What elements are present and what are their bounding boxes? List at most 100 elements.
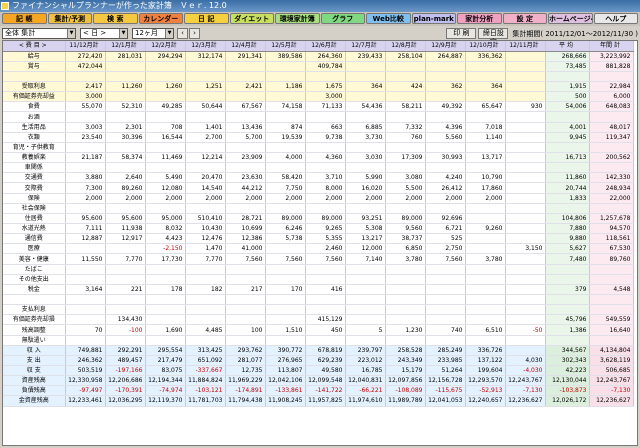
table-cell[interactable]: 5,500 [385,182,426,194]
table-cell[interactable] [345,294,386,306]
table-cell[interactable]: 49,392 [425,101,466,113]
table-cell[interactable] [225,111,266,123]
table-cell[interactable]: 2,000 [265,193,306,204]
table-cell[interactable] [105,264,146,275]
table-row[interactable]: 育児・子供教育 [3,142,634,154]
menu-plan-button[interactable]: plan-mark [411,13,456,24]
table-cell[interactable] [185,264,226,275]
table-cell[interactable]: 525 [425,233,466,245]
table-row[interactable]: 衣類 23,540 30,396 16,544 2,700 5,700 19,539 9,73… [3,132,634,143]
table-cell[interactable]: 276,965 [265,355,306,367]
table-row[interactable]: 受取利息 2,417 11,260 1,260 1,251 2,421 1,186 1,675… [3,81,634,93]
table-cell[interactable]: 9,560 [385,223,426,235]
table-cell[interactable]: 48,017 [589,122,634,133]
table-cell[interactable] [265,91,306,103]
table-cell[interactable]: 12,917 [105,233,146,245]
table-cell[interactable]: 4,030 [505,355,546,367]
table-cell[interactable]: -74,974 [145,385,186,397]
table-cell[interactable]: 11,260 [105,81,146,93]
table-cell[interactable] [65,111,106,123]
table-cell[interactable]: 55,070 [65,101,106,113]
table-cell[interactable] [145,91,186,103]
table-cell[interactable] [465,233,506,245]
table-cell[interactable]: -2,150 [145,243,186,255]
table-cell[interactable] [385,91,426,103]
table-cell[interactable]: 12,240,657 [465,395,506,407]
table-cell[interactable]: 12,080 [145,182,186,194]
cutoff-settings-button[interactable]: 締日設定 [478,28,509,46]
table-cell[interactable] [105,294,146,306]
table-cell[interactable]: 13,217 [345,233,386,245]
table-cell[interactable] [185,61,226,72]
menu-settings-button[interactable]: 設 定 [502,13,547,24]
table-cell[interactable]: 12,330,958 [65,375,106,387]
table-cell[interactable] [145,142,186,154]
table-cell[interactable] [545,162,590,174]
table-row[interactable]: 有価証券売却益 3,000 3,000 500 6,000 [3,91,634,103]
table-row[interactable]: 無駄遣い [3,335,634,346]
table-cell[interactable]: 3,164 [65,284,106,296]
table-cell[interactable]: 264,360 [305,51,346,62]
table-cell[interactable]: -103,873 [545,385,590,397]
table-cell[interactable] [505,213,546,225]
table-cell[interactable] [505,253,546,265]
table-cell[interactable] [105,335,146,346]
table-cell[interactable]: 1,260 [145,81,186,93]
table-cell[interactable] [425,61,466,72]
table-cell[interactable]: -52,913 [465,385,506,397]
table-cell[interactable] [465,274,506,285]
table-cell[interactable]: 258,528 [385,345,426,356]
table-cell[interactable]: 89,000 [385,213,426,225]
table-cell[interactable]: 12,386 [225,233,266,245]
table-cell[interactable]: 12,130,044 [545,375,590,387]
table-cell[interactable] [505,132,546,143]
table-cell[interactable] [65,314,106,326]
table-cell[interactable]: 58,211 [385,101,426,113]
table-cell[interactable]: 113,807 [265,365,306,377]
table-cell[interactable]: 12,119,370 [145,395,186,407]
table-cell[interactable]: 409,784 [305,61,346,72]
table-cell[interactable] [505,203,546,214]
menu-diet-button[interactable]: ダイエット [229,13,274,24]
table-cell[interactable]: 12,040,831 [345,375,386,387]
table-cell[interactable] [425,294,466,306]
table-cell[interactable]: -97,497 [65,385,106,397]
table-cell[interactable]: 199,604 [465,365,506,377]
table-cell[interactable]: 424 [385,81,426,93]
column-header[interactable]: 12/6月計 [305,41,346,52]
table-cell[interactable]: 379 [545,284,590,296]
table-cell[interactable]: 12,206,686 [105,375,146,387]
table-cell[interactable]: -7,130 [589,385,634,397]
table-cell[interactable]: 5,560 [425,132,466,143]
table-cell[interactable]: 8,032 [145,223,186,235]
table-cell[interactable]: 21,187 [65,152,106,164]
table-cell[interactable] [225,264,266,275]
period-unit-select[interactable]: 12ヶ月 ▼ [132,28,174,39]
table-cell[interactable]: 11,794,438 [225,395,266,407]
table-cell[interactable]: 312,174 [185,51,226,62]
table-cell[interactable] [425,264,466,275]
table-cell[interactable] [425,284,466,296]
table-cell[interactable] [185,314,226,326]
table-row[interactable]: 社会保険 [3,203,634,214]
table-cell[interactable] [425,71,466,83]
table-cell[interactable]: 22,000 [589,193,634,204]
table-cell[interactable]: 881,828 [589,61,634,72]
table-row[interactable]: 住居費 95,600 95,600 95,000 510,410 28,721 89,000… [3,213,634,225]
table-cell[interactable]: 293,762 [225,345,266,356]
menu-webhikaku-button[interactable]: Web比較 [366,13,411,24]
table-cell[interactable] [545,274,590,285]
table-cell[interactable]: 70 [65,324,106,336]
table-cell[interactable]: 390,772 [265,345,306,356]
table-cell[interactable] [465,162,506,174]
table-cell[interactable] [505,335,546,346]
column-header[interactable]: 12/2月計 [145,41,186,52]
table-cell[interactable] [505,111,546,123]
table-cell[interactable]: 389,586 [265,51,306,62]
table-cell[interactable]: 3,780 [465,253,506,265]
table-cell[interactable]: 489,457 [105,355,146,367]
table-cell[interactable] [345,111,386,123]
table-cell[interactable]: 2,417 [65,81,106,93]
menu-environment-button[interactable]: 環境家計簿 [275,13,320,24]
table-cell[interactable]: 9,260 [465,223,506,235]
